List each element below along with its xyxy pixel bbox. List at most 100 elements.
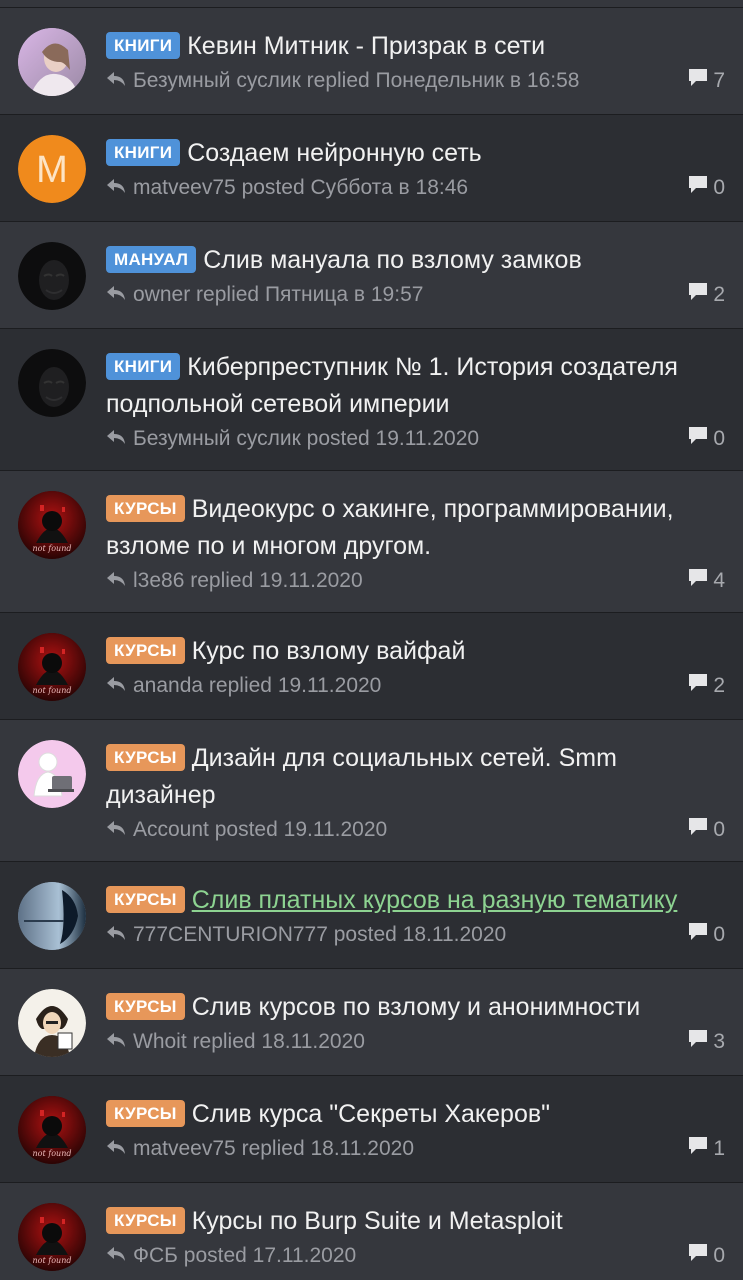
reply-count-value: 2 [713,283,725,306]
thread-user[interactable]: Безумный суслик [133,69,301,92]
thread-row[interactable]: КНИГИ Киберпреступник № 1. История создат… [0,329,743,471]
thread-action: posted [333,923,397,946]
thread-action: replied [196,283,260,306]
reply-count-value: 0 [713,427,725,450]
speech-bubble-icon [687,66,713,96]
thread-title[interactable]: Кевин Митник - Призрак в сети [187,32,545,60]
avatar[interactable] [18,882,86,950]
meta-text: Whoit replied 18.11.2020 [133,1027,679,1057]
thread-title[interactable]: Видеокурс о хакинге, программировании, в… [106,495,674,560]
thread-row[interactable]: M КНИГИ Создаем нейронную сеть matveev75 … [0,115,743,222]
prefix-badge[interactable]: КУРСЫ [106,886,185,913]
meta-text: l3e86 replied 19.11.2020 [133,566,679,596]
thread-row[interactable]: КУРСЫ Слив платных курсов на разную темат… [0,862,743,969]
thread-title[interactable]: Курс по взлому вайфай [192,637,466,665]
thread-row[interactable]: КУРСЫ Дизайн для социальных сетей. Smm ди… [0,720,743,862]
prefix-badge[interactable]: КУРСЫ [106,1100,185,1127]
thread-title[interactable]: Слив курсов по взлому и анонимности [192,993,640,1021]
thread-date[interactable]: 18.11.2020 [403,923,507,946]
thread-row[interactable]: КУРСЫ Слив курсов по взлому и анонимности… [0,969,743,1076]
speech-bubble-icon [687,566,713,596]
thread-title-line: КНИГИ Кевин Митник - Призрак в сети [106,28,725,65]
avatar[interactable]: not found [18,491,86,559]
reply-count: 7 [687,66,725,96]
thread-row[interactable]: not found КУРСЫ Курс по взлому вайфай ana… [0,613,743,720]
reply-arrow-icon [106,815,133,845]
thread-user[interactable]: l3e86 [133,569,184,592]
prefix-badge[interactable]: КНИГИ [106,139,181,166]
thread-date[interactable]: 19.11.2020 [284,818,388,841]
thread-body: КУРСЫ Слив курса "Секреты Хакеров" matvee… [106,1096,725,1164]
speech-bubble-icon [687,424,713,454]
thread-date[interactable]: Понедельник в 16:58 [376,69,580,92]
thread-title[interactable]: Киберпреступник № 1. История создателя п… [106,353,678,418]
thread-date[interactable]: Суббота в 18:46 [310,176,468,199]
thread-row[interactable]: not found КУРСЫ Видеокурс о хакинге, прог… [0,471,743,613]
avatar[interactable] [18,989,86,1057]
thread-user[interactable]: ananda [133,674,203,697]
thread-title-line: КУРСЫ Слив курса "Секреты Хакеров" [106,1096,725,1133]
thread-user[interactable]: matveev75 [133,176,236,199]
thread-date[interactable]: 18.11.2020 [261,1030,365,1053]
thread-date[interactable]: 19.11.2020 [259,569,363,592]
thread-user[interactable]: 777CENTURION777 [133,923,328,946]
thread-meta: matveev75 posted Суббота в 18:46 0 [106,173,725,203]
thread-row[interactable]: not found КУРСЫ Слив курса "Секреты Хакер… [0,1076,743,1183]
thread-date[interactable]: 19.11.2020 [278,674,382,697]
thread-row[interactable]: not found КУРСЫ Курсы по Burp Suite и Met… [0,1183,743,1280]
prefix-badge[interactable]: КУРСЫ [106,495,185,522]
avatar[interactable]: not found [18,633,86,701]
avatar[interactable]: M [18,135,86,203]
meta-text: Безумный суслик posted 19.11.2020 [133,424,679,454]
avatar[interactable]: not found [18,1096,86,1164]
thread-user[interactable]: ФСБ [133,1244,178,1267]
thread-meta: ananda replied 19.11.2020 2 [106,671,725,701]
thread-meta: ФСБ posted 17.11.2020 0 [106,1241,725,1271]
svg-text:not found: not found [33,1149,72,1158]
thread-user[interactable]: matveev75 [133,1137,236,1160]
meta-text: Безумный суслик replied Понедельник в 16… [133,66,679,96]
thread-user[interactable]: Whoit [133,1030,187,1053]
prefix-badge[interactable]: КУРСЫ [106,637,185,664]
svg-text:not found: not found [33,1256,72,1265]
thread-action: posted [214,818,278,841]
svg-text:not found: not found [33,544,72,553]
prefix-badge[interactable]: КУРСЫ [106,993,185,1020]
svg-text:M: M [36,149,68,191]
top-divider [0,0,743,8]
thread-title[interactable]: Курсы по Burp Suite и Metasploit [192,1207,563,1235]
thread-title[interactable]: Слив мануала по взлому замков [203,246,582,274]
thread-meta: matveev75 replied 18.11.2020 1 [106,1134,725,1164]
prefix-badge[interactable]: МАНУАЛ [106,246,197,273]
reply-arrow-icon [106,671,133,701]
thread-user[interactable]: owner [133,283,190,306]
thread-date[interactable]: 19.11.2020 [376,427,480,450]
thread-date[interactable]: 18.11.2020 [310,1137,414,1160]
avatar[interactable] [18,740,86,808]
prefix-badge[interactable]: КУРСЫ [106,744,185,771]
thread-row[interactable]: КНИГИ Кевин Митник - Призрак в сети Безум… [0,8,743,115]
prefix-badge[interactable]: КНИГИ [106,32,181,59]
prefix-badge[interactable]: КУРСЫ [106,1207,185,1234]
avatar[interactable] [18,349,86,417]
thread-row[interactable]: МАНУАЛ Слив мануала по взлому замков owne… [0,222,743,329]
thread-title[interactable]: Создаем нейронную сеть [187,139,481,167]
thread-user[interactable]: Безумный суслик [133,427,301,450]
prefix-badge[interactable]: КНИГИ [106,353,181,380]
avatar[interactable]: not found [18,1203,86,1271]
thread-body: КУРСЫ Курсы по Burp Suite и Metasploit ФС… [106,1203,725,1271]
reply-arrow-icon [106,1241,133,1271]
reply-count-value: 3 [713,1030,725,1053]
thread-user[interactable]: Account [133,818,209,841]
thread-title[interactable]: Слив курса "Секреты Хакеров" [192,1100,550,1128]
avatar[interactable] [18,28,86,96]
thread-date[interactable]: 17.11.2020 [253,1244,357,1267]
thread-title-link[interactable]: Слив платных курсов на разную тематику [192,886,678,914]
meta-text: 777CENTURION777 posted 18.11.2020 [133,920,679,950]
thread-date[interactable]: Пятница в 19:57 [265,283,424,306]
reply-arrow-icon [106,280,133,310]
thread-title-line: КУРСЫ Видеокурс о хакинге, программирован… [106,491,725,565]
thread-action: replied [190,569,254,592]
avatar[interactable] [18,242,86,310]
reply-count-value: 4 [713,569,725,592]
